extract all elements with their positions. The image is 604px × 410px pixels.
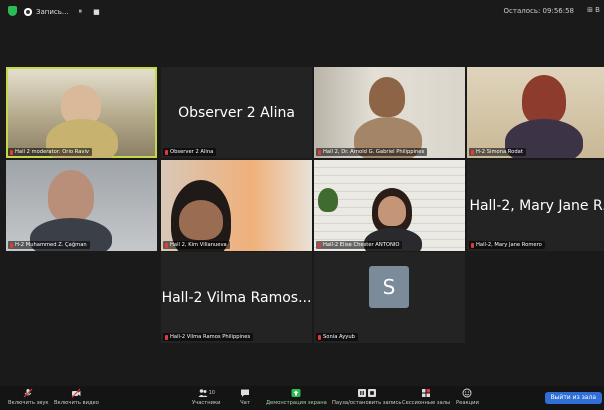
pause-stop-recording-icon <box>357 388 377 398</box>
reactions-button[interactable]: Реакции <box>456 388 479 406</box>
muted-mic-icon <box>318 242 321 248</box>
participant-name-tag: Hall 2, Dr. Arnold G. Gabriel Philippine… <box>316 148 428 156</box>
participant-tile-cagman[interactable]: H-2 Muhammed Z. Çağman <box>6 160 157 251</box>
muted-mic-icon <box>10 149 13 155</box>
share-screen-icon <box>291 388 301 398</box>
participant-tile-ramos[interactable]: Hall-2 Vilma Ramos... Hall-2 Vilma Ramos… <box>161 252 312 343</box>
participant-tile-ayyub[interactable]: S Sonia Ayyub <box>314 252 465 343</box>
meeting-toolbar: Включить звук Включить видео 10 Участник… <box>0 386 604 410</box>
unmute-button[interactable]: Включить звук <box>8 388 49 406</box>
muted-mic-icon <box>471 242 474 248</box>
participant-video <box>48 170 94 222</box>
participant-display-name: Hall-2 Vilma Ramos... <box>161 289 312 306</box>
muted-mic-icon <box>165 242 168 248</box>
participant-tile-romero[interactable]: Hall-2, Mary Jane R... Hall-2, Mary Jane… <box>467 160 604 251</box>
breakout-rooms-icon <box>421 388 431 398</box>
chat-icon <box>240 388 250 398</box>
participant-name-tag: Observer 2 Alina <box>163 148 217 156</box>
reactions-icon <box>462 388 472 398</box>
breakout-rooms-button[interactable]: Сессионные залы <box>402 388 450 406</box>
participant-tile-gabriel[interactable]: Hall 2, Dr. Arnold G. Gabriel Philippine… <box>314 67 465 158</box>
recording-label: Запись... <box>36 7 69 16</box>
stop-recording-icon[interactable]: ■ <box>93 8 101 16</box>
pause-recording-icon[interactable]: ⏸ <box>79 7 84 16</box>
security-shield-icon[interactable] <box>8 6 17 16</box>
participant-name-tag: Hall-2 Elise Chester ANTONIO <box>316 241 403 249</box>
participant-video <box>522 75 566 125</box>
video-off-icon <box>71 388 81 398</box>
participant-tile-antonio[interactable]: Hall-2 Elise Chester ANTONIO <box>314 160 465 251</box>
muted-mic-icon <box>318 149 321 155</box>
participant-display-name: Hall-2, Mary Jane R... <box>469 197 604 214</box>
meeting-top-bar: Запись... ⏸ ■ Осталось: 09:56:58 ⊞ В <box>0 0 604 22</box>
muted-mic-icon <box>165 334 168 340</box>
participant-video-face <box>378 196 406 226</box>
recording-dot-icon <box>24 7 32 16</box>
start-video-button[interactable]: Включить видео <box>54 388 99 406</box>
muted-mic-icon <box>165 149 168 155</box>
participant-name-tag: Hall-2, Mary Jane Romero <box>469 241 545 249</box>
share-screen-button[interactable]: Демонстрация экрана <box>266 388 327 406</box>
recording-indicator: Запись... ⏸ ■ <box>24 5 101 18</box>
participant-tile-moderator[interactable]: Hall 2 moderator: Orio Raviv <box>6 67 157 158</box>
time-remaining: Осталось: 09:56:58 <box>503 7 574 15</box>
participant-name-tag: Hall 2, Kim Villanueva <box>163 241 230 249</box>
participant-name-tag: H-2 Muhammed Z. Çağman <box>8 241 90 249</box>
participant-name-tag: H-2 Simona Rodat <box>469 148 526 156</box>
muted-mic-icon <box>10 242 13 248</box>
mic-muted-icon <box>23 388 33 398</box>
participants-icon: 10 <box>198 388 215 398</box>
muted-mic-icon <box>318 334 321 340</box>
plant-decor <box>318 188 338 212</box>
leave-room-button[interactable]: Выйти из зала <box>544 392 602 404</box>
participant-name-tag: Hall-2 Vilma Ramos Philippines <box>163 333 254 341</box>
view-button[interactable]: ⊞ В <box>587 6 600 14</box>
participants-button[interactable]: 10 Участники <box>192 388 221 406</box>
participant-display-name: Observer 2 Alina <box>178 104 295 121</box>
participant-video-face <box>179 200 223 240</box>
participant-tile-villanueva[interactable]: Hall 2, Kim Villanueva <box>161 160 312 251</box>
participant-name-tag: Hall 2 moderator: Orio Raviv <box>8 148 92 156</box>
participant-tile-rodat[interactable]: H-2 Simona Rodat <box>467 67 604 158</box>
chat-button[interactable]: Чат <box>240 388 250 406</box>
participant-tile-observer[interactable]: Observer 2 Alina Observer 2 Alina <box>161 67 312 158</box>
participant-name-tag: Sonia Ayyub <box>316 333 358 341</box>
participant-avatar: S <box>369 266 409 308</box>
muted-mic-icon <box>471 149 474 155</box>
participant-video <box>369 77 405 117</box>
pause-stop-recording-button[interactable]: Пауза/остановить запись <box>332 388 401 406</box>
